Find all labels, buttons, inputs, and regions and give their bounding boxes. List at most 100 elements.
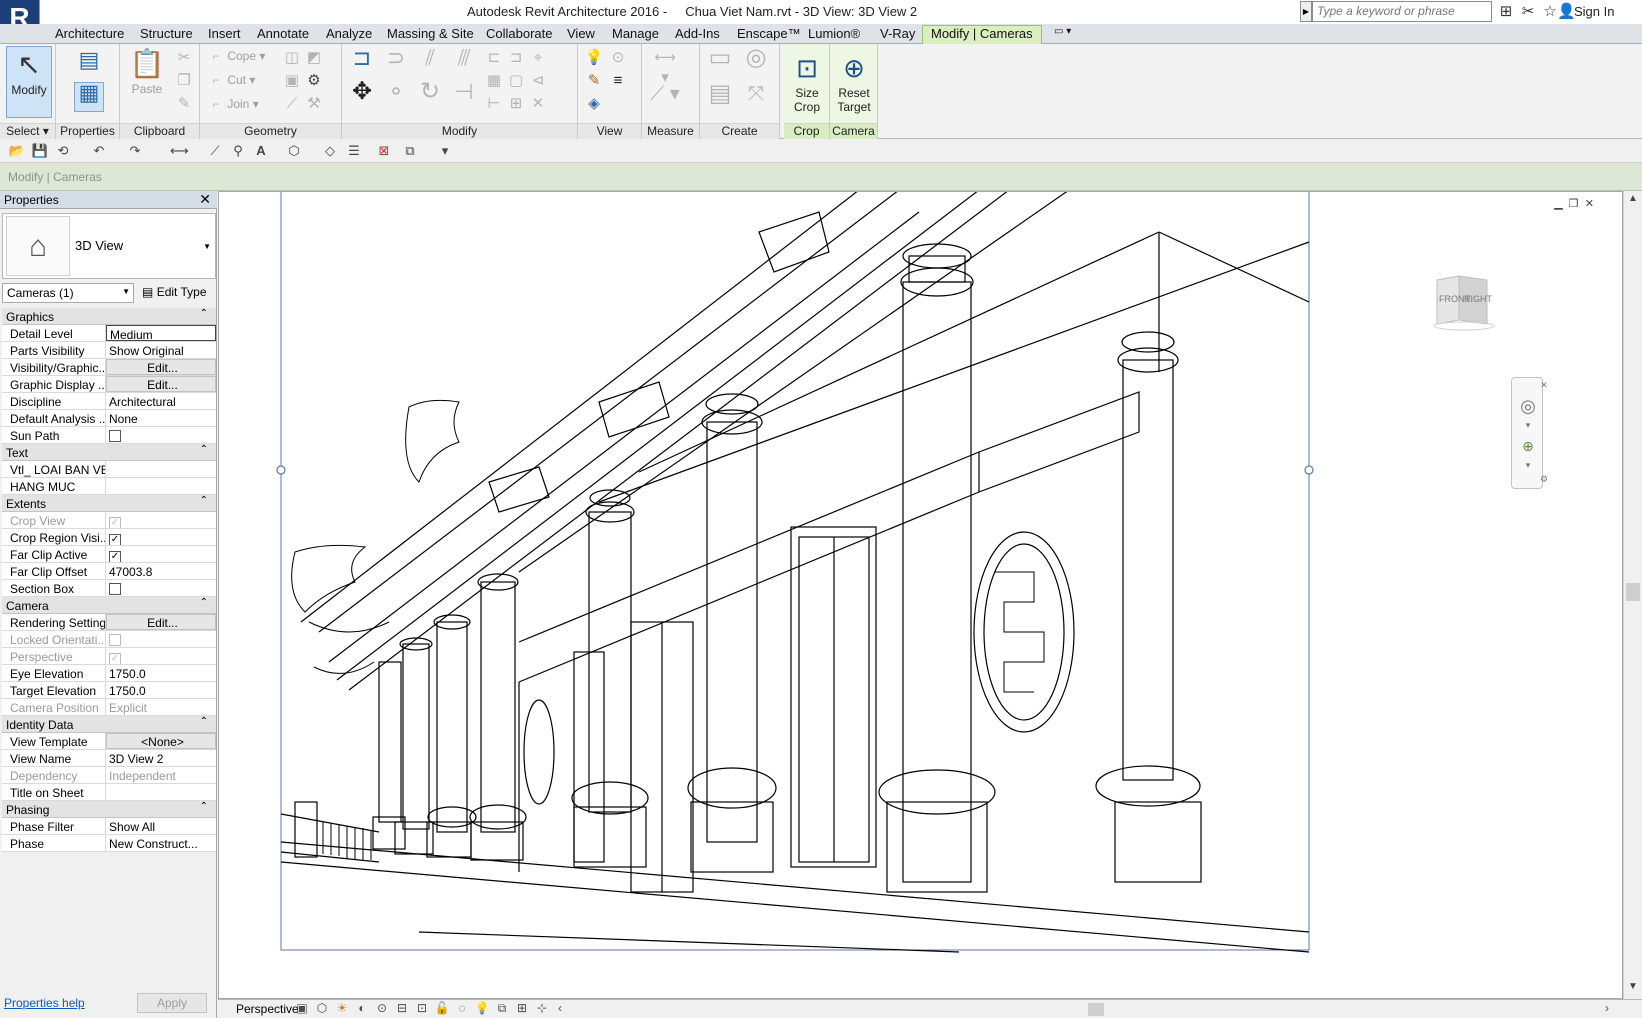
- apply-button[interactable]: Apply: [137, 993, 207, 1013]
- customize-qat-icon[interactable]: ▾: [436, 142, 454, 160]
- unlocked-3d-view-icon[interactable]: 🔓: [433, 1001, 451, 1017]
- property-value[interactable]: [106, 461, 216, 477]
- save-icon[interactable]: 💾: [31, 142, 49, 160]
- sign-in-link[interactable]: Sign In: [1574, 4, 1614, 19]
- redo-icon[interactable]: ↷: [126, 142, 144, 160]
- paint-icon[interactable]: ⚙: [304, 71, 324, 91]
- property-value[interactable]: New Construct...: [106, 835, 216, 851]
- override-graphics-icon[interactable]: ⊙: [608, 48, 628, 68]
- temporary-hide-icon[interactable]: ◌: [453, 1001, 471, 1017]
- modify-button[interactable]: ↖ Modify: [6, 46, 52, 118]
- tab-add-ins[interactable]: Add-Ins: [675, 26, 720, 44]
- property-edit-button[interactable]: Edit...: [106, 614, 216, 630]
- rotate-icon[interactable]: ↻: [416, 80, 444, 110]
- collapse-icon[interactable]: ⌃: [200, 801, 208, 812]
- tab-analyze[interactable]: Analyze: [326, 26, 372, 44]
- scroll-left-icon[interactable]: ‹: [551, 1001, 569, 1017]
- temporary-view-properties-icon[interactable]: ⧉: [493, 1001, 511, 1017]
- cope-button[interactable]: ⌐ Cope ▾: [208, 49, 265, 63]
- move-icon[interactable]: ✥: [348, 80, 376, 110]
- panel-visibility-dropdown-icon[interactable]: ▭ ▾: [1054, 26, 1071, 44]
- sun-path-icon[interactable]: ☀: [333, 1001, 351, 1017]
- split-icon[interactable]: ⊏: [484, 48, 504, 68]
- reset-target-button[interactable]: ⊕ Reset Target: [833, 50, 875, 114]
- offset-icon[interactable]: ⊃: [382, 47, 410, 76]
- paste-button[interactable]: 📋 Paste: [128, 46, 166, 96]
- tag-icon[interactable]: ⚲: [229, 142, 247, 160]
- property-value[interactable]: 47003.8: [106, 563, 216, 579]
- property-checkbox[interactable]: ✓: [109, 534, 121, 545]
- unjoin-icon[interactable]: ◫: [282, 48, 302, 68]
- scroll-right-icon[interactable]: ›: [1598, 1001, 1616, 1017]
- search-expand-icon[interactable]: ▶: [1300, 1, 1312, 22]
- property-value[interactable]: ✓: [106, 529, 216, 545]
- viewcube[interactable]: FRONT RIGHT: [1429, 272, 1499, 332]
- linework-icon[interactable]: ✎: [584, 71, 604, 91]
- collapse-icon[interactable]: ⌃: [200, 444, 208, 455]
- create-similar-icon[interactable]: ⤧: [740, 84, 772, 116]
- split-face-icon[interactable]: ▣: [282, 71, 302, 91]
- property-group-header[interactable]: Graphics ⌃: [2, 308, 216, 325]
- hide-in-view-icon[interactable]: 💡: [584, 48, 604, 68]
- property-value[interactable]: [106, 784, 216, 800]
- scroll-up-icon[interactable]: ▲: [1628, 193, 1638, 204]
- tab-lumion[interactable]: Lumion®: [808, 26, 860, 44]
- property-edit-button[interactable]: <None>: [106, 733, 216, 749]
- binoculars-icon[interactable]: ⊞: [1497, 3, 1515, 21]
- split-gap-icon[interactable]: ⊐: [506, 48, 526, 68]
- synchronize-icon[interactable]: ⟲: [54, 142, 72, 160]
- demolish-icon[interactable]: ⟋: [282, 94, 302, 114]
- open-icon[interactable]: 📂: [8, 142, 26, 160]
- property-value[interactable]: [106, 427, 216, 443]
- search-input[interactable]: Type a keyword or phrase: [1312, 1, 1492, 22]
- properties-icon[interactable]: ▤: [76, 49, 102, 76]
- close-hidden-windows-icon[interactable]: ⊠: [375, 142, 393, 160]
- property-value[interactable]: Show Original: [106, 342, 216, 358]
- crop-view-icon[interactable]: ⊟: [393, 1001, 411, 1017]
- create-assembly-icon[interactable]: ▭: [704, 46, 736, 80]
- property-value[interactable]: Show All: [106, 818, 216, 834]
- property-value[interactable]: 3D View 2: [106, 750, 216, 766]
- measure-distance-icon[interactable]: ⟷ ▾: [650, 48, 680, 86]
- vertical-scrollbar[interactable]: ▲ ▼: [1623, 191, 1642, 999]
- chevron-down-icon[interactable]: ▼: [203, 242, 211, 251]
- thin-lines-icon[interactable]: ☰: [345, 142, 363, 160]
- property-value[interactable]: [106, 580, 216, 596]
- property-value[interactable]: ✓: [106, 546, 216, 562]
- property-edit-button[interactable]: Edit...: [106, 376, 216, 392]
- type-selector[interactable]: ⌂ 3D View ▼: [2, 213, 216, 279]
- wall-join-icon[interactable]: ◩: [304, 48, 324, 68]
- navbar-options-icon[interactable]: ⚙: [1534, 474, 1554, 494]
- scroll-down-icon[interactable]: ▼: [1628, 981, 1638, 992]
- steering-wheel-icon[interactable]: ◎: [1518, 396, 1538, 416]
- zoom-region-icon[interactable]: ⊕: [1518, 438, 1538, 458]
- property-group-header[interactable]: Text ⌃: [2, 444, 216, 461]
- properties-help-link[interactable]: Properties help: [4, 996, 85, 1010]
- trim-extend-icon[interactable]: ⊢: [484, 94, 504, 114]
- switch-windows-icon[interactable]: ⧉: [401, 142, 419, 160]
- tab-manage[interactable]: Manage: [612, 26, 659, 44]
- tab-insert[interactable]: Insert: [208, 26, 241, 44]
- property-value-field[interactable]: Medium: [106, 325, 216, 341]
- collapse-icon[interactable]: ⌃: [200, 716, 208, 727]
- property-value[interactable]: [106, 478, 216, 494]
- line-weight-icon[interactable]: ≡: [608, 71, 628, 91]
- text-icon[interactable]: A: [252, 142, 270, 160]
- tab-structure[interactable]: Structure: [140, 26, 193, 44]
- tab-vray[interactable]: V-Ray: [880, 26, 915, 44]
- copy-icon[interactable]: ⚬: [382, 81, 410, 110]
- collapse-icon[interactable]: ⌃: [200, 597, 208, 608]
- delete-icon[interactable]: ✕: [528, 94, 548, 114]
- chevron-down-icon[interactable]: ▾: [1518, 420, 1538, 440]
- align-icon[interactable]: ⊐: [348, 47, 376, 76]
- tab-collaborate[interactable]: Collaborate: [486, 26, 553, 44]
- subscription-icon[interactable]: ✂: [1519, 3, 1537, 21]
- tab-modify-cameras[interactable]: Modify | Cameras: [922, 25, 1042, 44]
- reveal-hidden-icon[interactable]: 💡: [473, 1001, 491, 1017]
- property-group-header[interactable]: Extents ⌃: [2, 495, 216, 512]
- tab-view[interactable]: View: [567, 26, 595, 44]
- default-3d-view-icon[interactable]: ⬡: [285, 142, 303, 160]
- visual-style-icon[interactable]: ⬡: [313, 1001, 331, 1017]
- size-crop-button[interactable]: ⊡ Size Crop: [787, 50, 827, 114]
- property-group-header[interactable]: Phasing ⌃: [2, 801, 216, 818]
